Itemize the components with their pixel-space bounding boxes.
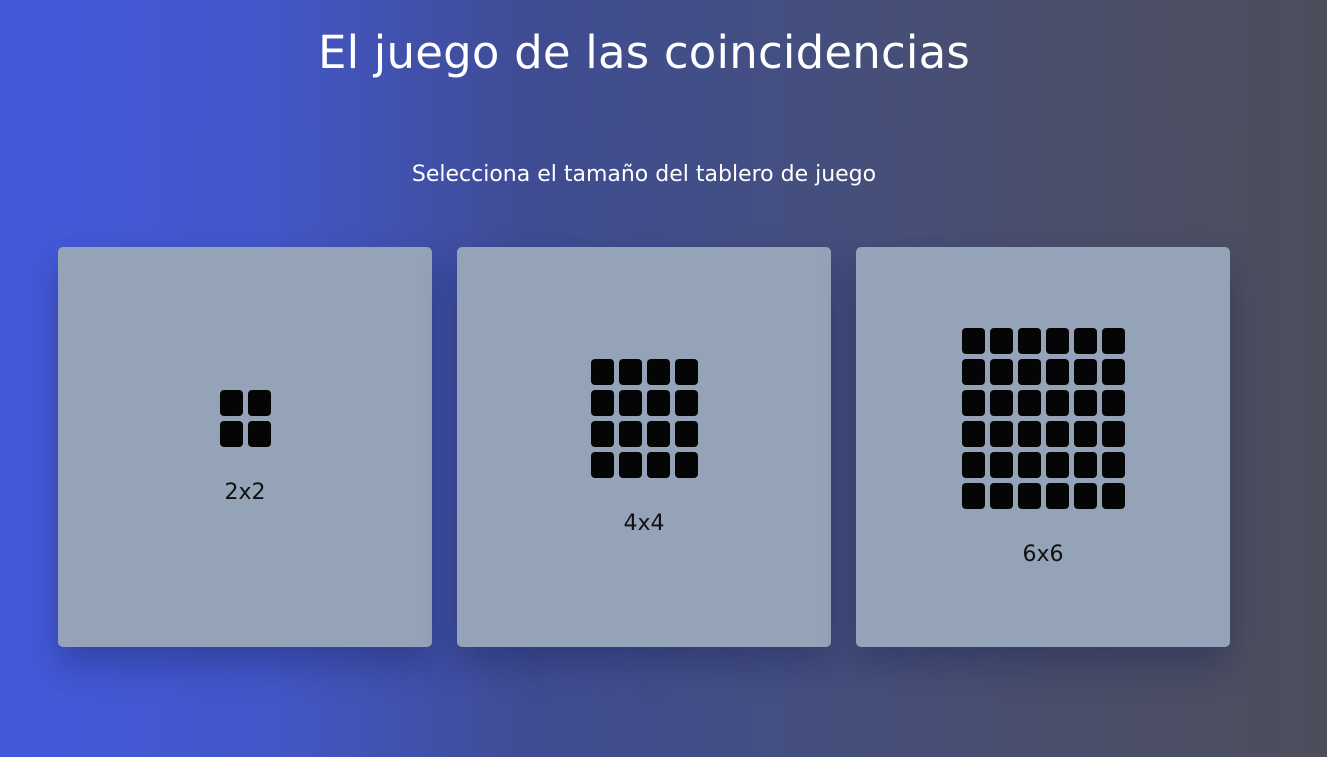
page-title: El juego de las coincidencias: [317, 26, 971, 79]
grid-cell: [1017, 451, 1041, 478]
grid-cell: [961, 482, 985, 509]
grid-cell: [1073, 358, 1097, 385]
grid-cell: [1073, 482, 1097, 509]
grid-cell: [1101, 451, 1125, 478]
grid-cell: [1073, 327, 1097, 354]
grid-cell: [1017, 482, 1041, 509]
board-option-2x2[interactable]: 2x2: [58, 247, 432, 647]
grid-cell: [989, 358, 1013, 385]
grid-cell: [1073, 420, 1097, 447]
grid-cell: [590, 389, 614, 416]
grid-cell: [961, 327, 985, 354]
grid-cell: [961, 358, 985, 385]
board-option-6x6[interactable]: 6x6: [856, 247, 1230, 647]
grid-cell: [219, 420, 243, 447]
grid-cell: [247, 389, 271, 416]
grid-cell: [1101, 327, 1125, 354]
grid-cell: [989, 420, 1013, 447]
grid-cell: [219, 389, 243, 416]
grid-cell: [674, 451, 698, 478]
board-size-label: 6x6: [1022, 541, 1064, 567]
grid-cell: [961, 389, 985, 416]
grid-cell: [1017, 420, 1041, 447]
grid-cell: [646, 451, 670, 478]
grid-cell: [1045, 420, 1069, 447]
grid-cell: [618, 389, 642, 416]
grid-cell: [1101, 358, 1125, 385]
grid-6x6-icon: [961, 327, 1125, 509]
grid-cell: [1073, 389, 1097, 416]
grid-cell: [1045, 451, 1069, 478]
grid-cell: [989, 389, 1013, 416]
grid-cell: [247, 420, 271, 447]
board-size-prompt: Selecciona el tamaño del tablero de jueg…: [411, 162, 877, 187]
grid-cell: [961, 451, 985, 478]
grid-cell: [674, 389, 698, 416]
grid-cell: [1073, 451, 1097, 478]
grid-cell: [1101, 389, 1125, 416]
grid-cell: [1017, 389, 1041, 416]
grid-cell: [1101, 420, 1125, 447]
grid-cell: [961, 420, 985, 447]
board-size-label: 2x2: [224, 479, 266, 505]
grid-cell: [1045, 327, 1069, 354]
grid-4x4-icon: [590, 358, 698, 478]
grid-cell: [1045, 482, 1069, 509]
grid-cell: [618, 451, 642, 478]
grid-2x2-icon: [219, 389, 271, 447]
grid-cell: [1045, 358, 1069, 385]
grid-cell: [989, 451, 1013, 478]
board-size-options: 2x2 4x4 6x6: [58, 247, 1230, 647]
grid-cell: [646, 389, 670, 416]
grid-cell: [1101, 482, 1125, 509]
grid-cell: [618, 420, 642, 447]
grid-cell: [590, 451, 614, 478]
grid-cell: [646, 358, 670, 385]
grid-cell: [646, 420, 670, 447]
grid-cell: [674, 420, 698, 447]
grid-cell: [674, 358, 698, 385]
grid-cell: [989, 482, 1013, 509]
grid-cell: [989, 327, 1013, 354]
board-option-4x4[interactable]: 4x4: [457, 247, 831, 647]
grid-cell: [1045, 389, 1069, 416]
board-size-label: 4x4: [623, 510, 665, 536]
grid-cell: [590, 420, 614, 447]
grid-cell: [1017, 327, 1041, 354]
grid-cell: [1017, 358, 1041, 385]
grid-cell: [590, 358, 614, 385]
grid-cell: [618, 358, 642, 385]
